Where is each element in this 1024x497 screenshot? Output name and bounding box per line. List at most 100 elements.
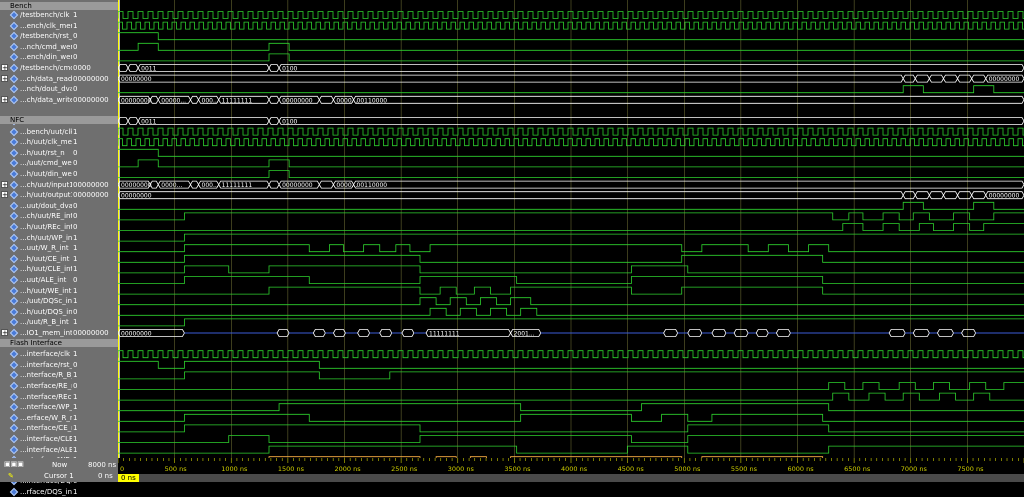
signal-name-row[interactable]: ...h/uut/CE_int bbox=[0, 254, 72, 264]
signal-name-row[interactable]: ...ench/clk_mem bbox=[0, 21, 72, 31]
cursor-bar[interactable]: 0 ns bbox=[118, 474, 1024, 482]
bus-segment bbox=[401, 329, 415, 337]
bus-value: 00000000 bbox=[121, 97, 152, 104]
signal-name-row[interactable]: ...h/uut/clk_mem bbox=[0, 137, 72, 147]
expand-icon[interactable]: + bbox=[1, 180, 8, 188]
bus-value: 00000000 bbox=[989, 76, 1020, 83]
signal-name-row[interactable]: ...rface/DQS_int bbox=[0, 487, 72, 497]
signal-name-row[interactable]: ...h/uut/DQS_int bbox=[0, 307, 72, 317]
bus-segment bbox=[118, 117, 129, 125]
expand-icon[interactable]: + bbox=[1, 64, 8, 72]
signal-name-row[interactable]: .../uut/R_B_int bbox=[0, 317, 72, 327]
bus-segment bbox=[914, 191, 930, 200]
bus-value: 0011 bbox=[141, 119, 156, 126]
bus-segment bbox=[190, 95, 199, 104]
signal-icon bbox=[9, 402, 19, 412]
signal-name: ...nterface/CE_n bbox=[20, 424, 72, 433]
signal-name-row[interactable]: ...nch/cmd_wen bbox=[0, 42, 72, 52]
signal-name-row[interactable]: ...h/uut/rst_n bbox=[0, 148, 72, 158]
signal-value: 1 bbox=[73, 265, 78, 274]
group-label: Bench bbox=[10, 2, 32, 10]
signal-name-row[interactable]: ...nch/dout_dval bbox=[0, 84, 72, 94]
signal-icon bbox=[9, 487, 19, 497]
signal-name-row[interactable]: ...h/uut/din_wen bbox=[0, 169, 72, 179]
signal-name-row[interactable]: ...h/uut/WE_int bbox=[0, 286, 72, 296]
expand-icon[interactable]: + bbox=[1, 95, 8, 103]
signal-name: ...uut/ALE_int bbox=[20, 276, 67, 284]
signal-name-row[interactable]: + /testbench/cmd bbox=[0, 63, 72, 73]
signal-icon bbox=[9, 95, 19, 105]
signal-value: 0 bbox=[73, 276, 78, 284]
signal-name-row[interactable]: + ...ch/data_write bbox=[0, 95, 72, 105]
signal-name-row[interactable]: ...nterface/R_B_n bbox=[0, 370, 72, 380]
bus-segment bbox=[268, 64, 280, 72]
signal-name: ...h/uut/output1 bbox=[20, 191, 72, 200]
signal-name-row[interactable]: ...nterface/REc bbox=[0, 392, 72, 402]
tick-label: 2500 ns bbox=[391, 465, 418, 473]
signal-name-row[interactable]: ...ench/din_wen bbox=[0, 52, 72, 62]
bus-value: 00110000 bbox=[357, 97, 388, 104]
signal-icon bbox=[9, 148, 19, 158]
bus-segment bbox=[353, 180, 1024, 189]
signal-name-row[interactable]: ...bench/uut/clk bbox=[0, 127, 72, 137]
expand-icon[interactable]: + bbox=[1, 74, 8, 82]
signal-name-row[interactable]: + ...ch/data_read bbox=[0, 74, 72, 84]
signal-icon bbox=[9, 360, 19, 370]
signal-name-row[interactable]: ...h/uut/REc_int bbox=[0, 222, 72, 232]
signal-name-row[interactable]: ...nterface/WP_n bbox=[0, 402, 72, 412]
signal-name-row[interactable]: ...interface/rst_n bbox=[0, 360, 72, 370]
signal-icon bbox=[9, 392, 19, 401]
zoom-icons[interactable]: ▣▣▣ bbox=[4, 460, 24, 468]
signal-value: 1 bbox=[73, 350, 78, 359]
signal-value: 00000000 bbox=[73, 95, 109, 104]
signal-name-row[interactable]: ...erface/W_R_n bbox=[0, 413, 72, 423]
signal-value: 0 bbox=[73, 53, 78, 62]
expand-icon[interactable]: + bbox=[1, 191, 8, 199]
bus-segment bbox=[357, 329, 371, 337]
signal-name-row[interactable]: ...uut/dout_dval bbox=[0, 201, 72, 211]
signal-name-row[interactable]: ...ch/uut/RE_int bbox=[0, 211, 72, 221]
signal-name-row[interactable]: ...ch/uut/WP_int bbox=[0, 233, 72, 243]
bus-segment bbox=[928, 191, 944, 200]
signal-name-row[interactable]: .../uut/DQSc_int bbox=[0, 296, 72, 306]
bus-value: 00000000 bbox=[121, 193, 152, 200]
signal-value: 0 bbox=[73, 212, 78, 221]
group-header[interactable]: Bench bbox=[0, 2, 118, 10]
bus-value: 11111111 bbox=[222, 182, 253, 189]
signal-name-row[interactable]: ...uut/W_R_int bbox=[0, 243, 72, 253]
signal-name-row[interactable]: + ...ch/uut/input1 bbox=[0, 180, 72, 190]
cursor-marker[interactable]: 0 ns bbox=[118, 474, 139, 482]
signal-name-row[interactable]: ...nterface/CE_n bbox=[0, 423, 72, 433]
signal-name: ...IO1_mem_int bbox=[20, 329, 72, 337]
cursor-icon[interactable]: ✎ bbox=[8, 472, 14, 480]
signal-name-row[interactable]: .../uut/cmd_wen bbox=[0, 158, 72, 168]
expand-icon[interactable]: + bbox=[1, 329, 8, 337]
signal-value: 1 bbox=[73, 318, 78, 327]
signal-name-row[interactable]: ...interface/ALE bbox=[0, 445, 72, 455]
signal-value: 00000000 bbox=[73, 180, 109, 189]
signal-icon bbox=[9, 180, 19, 189]
signal-name-row[interactable]: + ...h/uut/output1 bbox=[0, 190, 72, 200]
signal-value: 1 bbox=[73, 413, 78, 422]
signal-name-row[interactable]: ...interface/CLE bbox=[0, 434, 72, 444]
tick-label: 500 ns bbox=[165, 465, 188, 473]
signal-icon bbox=[9, 127, 19, 136]
signal-name-row[interactable]: ...nterface/RE_n bbox=[0, 381, 72, 391]
signal-name-row[interactable]: /testbench/rst_n bbox=[0, 31, 72, 41]
signal-value: 0 bbox=[73, 360, 78, 369]
signal-value: 1 bbox=[73, 21, 78, 30]
waveform-pane[interactable]: 0011 0100 00000000 00000000 00000000 00000...… bbox=[118, 0, 1024, 458]
signal-icon bbox=[9, 10, 19, 20]
signal-icon bbox=[9, 190, 19, 200]
signal-name-pane: /testbench/clk ...ench/clk_mem/testbench/… bbox=[0, 0, 73, 497]
signal-name-row[interactable]: ...h/uut/CLE_int bbox=[0, 264, 72, 274]
signal-name: ...nterface/WP_n bbox=[20, 403, 72, 412]
signal-name-row[interactable]: + ...IO1_mem_int bbox=[0, 328, 72, 338]
signal-value: 1 bbox=[73, 445, 78, 454]
group-header[interactable]: NFC bbox=[0, 116, 118, 124]
signal-name-row[interactable]: /testbench/clk bbox=[0, 10, 72, 20]
signal-icon bbox=[9, 63, 19, 73]
signal-name-row[interactable]: ...uut/ALE_int bbox=[0, 275, 72, 285]
group-header[interactable]: Flash Interface bbox=[0, 338, 118, 347]
signal-name-row[interactable]: ...interface/clk bbox=[0, 349, 72, 359]
